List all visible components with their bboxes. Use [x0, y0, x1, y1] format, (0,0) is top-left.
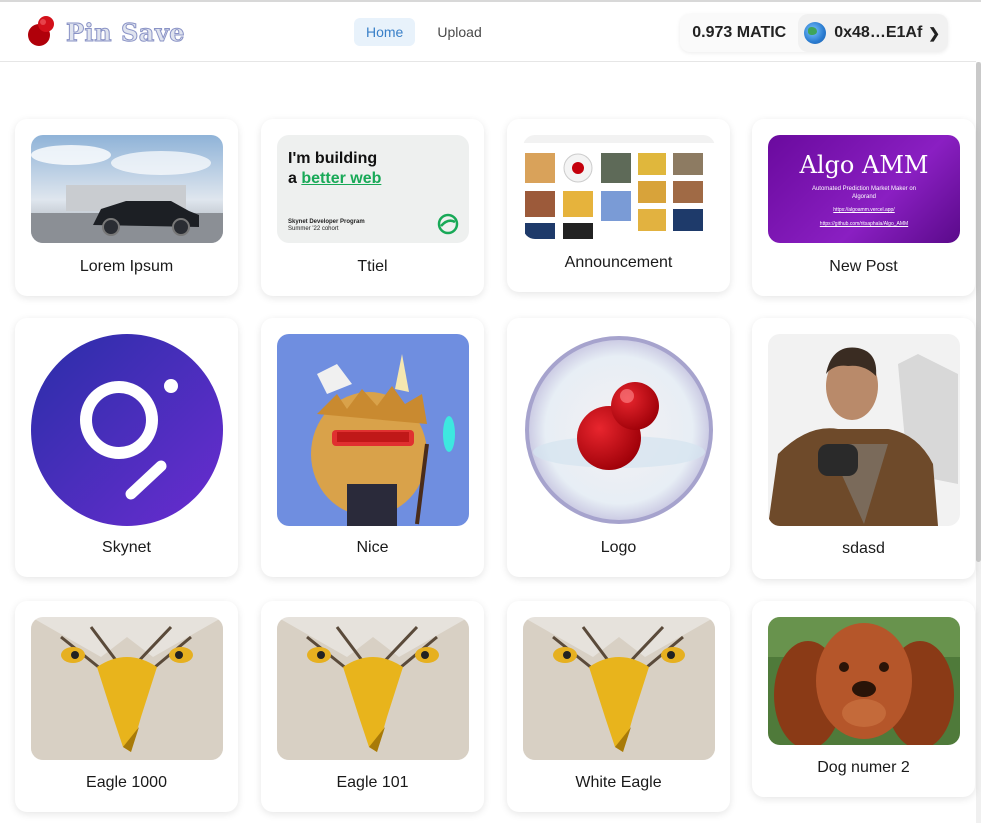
nav-upload-link[interactable]: Upload	[425, 18, 493, 46]
man-in-jacket-image	[768, 334, 960, 526]
banner-link-1: https://algoamm.vercel.app/	[833, 207, 895, 213]
banner-link-2: https://github.com/ritsaphala/Algo_AMM	[819, 221, 909, 227]
account-address: 0x48…E1Af	[834, 24, 923, 41]
card-title: Lorem Ipsum	[79, 258, 174, 275]
card-title: Logo	[600, 539, 637, 556]
card-title: Eagle 101	[336, 774, 409, 791]
eagle-image	[31, 617, 223, 760]
banner-sub-2: Summer '22 cohort	[288, 226, 339, 232]
post-card[interactable]: Eagle 101	[261, 601, 484, 812]
banner-sub-1: Skynet Developer Program	[288, 219, 365, 225]
post-card[interactable]: Lorem Ipsum	[15, 119, 238, 296]
skynet-developer-banner-image: I'm building a better web Skynet Develop…	[277, 135, 469, 243]
algo-amm-banner-image: Algo AMM Automated Prediction Market Mak…	[768, 135, 960, 243]
card-title: New Post	[829, 258, 898, 275]
account-button[interactable]: 0x48…E1Af ❯	[798, 14, 948, 52]
app-page: Pin Save Home Upload 0.973 MATIC 0x48…E1…	[0, 0, 981, 823]
chevron-down-icon: ❯	[928, 24, 940, 41]
skynet-icon	[437, 213, 459, 235]
post-card[interactable]: Eagle 1000	[15, 601, 238, 812]
brand-name: Pin Save	[65, 17, 186, 47]
banner-subtitle: Automated Prediction Market Maker on Alg…	[811, 186, 917, 200]
card-title: White Eagle	[575, 774, 662, 791]
main-nav: Home Upload	[354, 18, 494, 46]
card-title: Ttiel	[357, 258, 388, 275]
wallet-balance[interactable]: 0.973 MATIC	[680, 24, 798, 42]
card-title: Dog numer 2	[817, 759, 910, 776]
card-title: sdasd	[842, 540, 885, 557]
post-card[interactable]: Announcement	[507, 119, 730, 292]
nav-home-link[interactable]: Home	[354, 18, 416, 46]
post-card[interactable]: Skynet	[15, 318, 238, 577]
banner-highlight: better web	[301, 170, 382, 187]
card-title: Nice	[356, 539, 389, 556]
card-title: Eagle 1000	[86, 774, 167, 791]
card-title: Skynet	[102, 539, 151, 556]
banner-title: Algo AMM	[799, 151, 929, 179]
red-pin-logo-image	[523, 334, 715, 526]
wallet-widget: 0.973 MATIC 0x48…E1Af ❯	[680, 14, 948, 52]
card-title: Announcement	[564, 254, 673, 271]
brand-logo[interactable]: Pin Save	[26, 14, 185, 50]
nft-monster-image	[277, 334, 469, 526]
banner-line-2: a	[288, 170, 297, 187]
gallery-screenshot-image	[523, 135, 715, 239]
navbar: Pin Save Home Upload 0.973 MATIC 0x48…E1…	[0, 2, 976, 62]
post-card[interactable]: Nice	[261, 318, 484, 577]
pin-logo-icon	[26, 14, 58, 50]
post-card[interactable]: Algo AMM Automated Prediction Market Mak…	[752, 119, 975, 296]
post-card[interactable]: I'm building a better web Skynet Develop…	[261, 119, 484, 296]
banner-line-1: I'm building	[288, 150, 378, 167]
spaniel-dog-image	[768, 617, 960, 745]
post-card[interactable]: White Eagle	[507, 601, 730, 812]
post-card[interactable]: sdasd	[752, 318, 975, 579]
post-card[interactable]: Dog numer 2	[752, 601, 975, 797]
eagle-image	[523, 617, 715, 760]
black-car-image	[31, 135, 223, 243]
eagle-image	[277, 617, 469, 760]
scrollbar-thumb[interactable]	[976, 62, 981, 562]
post-card[interactable]: Logo	[507, 318, 730, 577]
skynet-logo-image	[31, 334, 223, 526]
network-globe-icon	[804, 22, 827, 44]
